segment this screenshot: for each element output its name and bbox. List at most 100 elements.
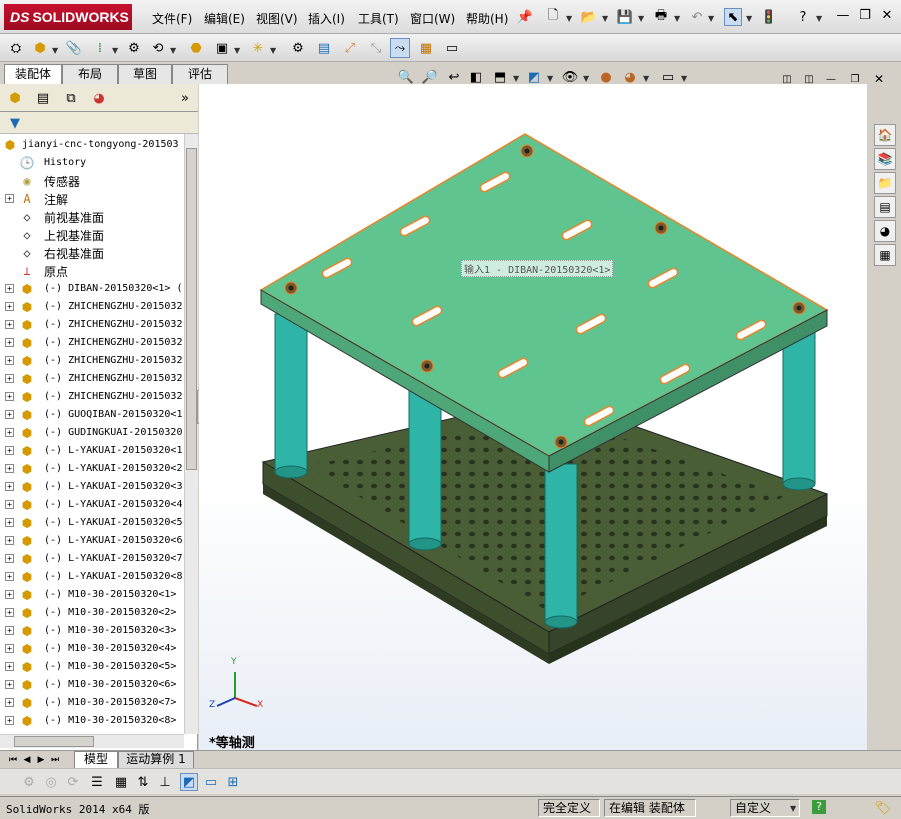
- expand-toggle-icon[interactable]: +: [5, 482, 14, 491]
- pin-icon[interactable]: 📌: [516, 8, 534, 26]
- solidworks-logo[interactable]: DS SOLIDWORKS: [4, 4, 132, 30]
- tree-item[interactable]: + ⬢ (-) L-YAKUAI-20150320<2: [0, 460, 184, 478]
- expand-toggle-icon[interactable]: +: [5, 194, 14, 203]
- expand-toggle-icon[interactable]: +: [5, 410, 14, 419]
- custom-properties-icon[interactable]: ▦: [874, 244, 896, 266]
- feature-manager-tab-icon[interactable]: ⬢: [6, 89, 24, 107]
- help-dropdown-icon[interactable]: ▼: [816, 14, 822, 23]
- tree-item[interactable]: + ⬢ (-) L-YAKUAI-20150320<5: [0, 514, 184, 532]
- tree-item[interactable]: + ⬢ (-) ZHICHENGZHU-2015032: [0, 388, 184, 406]
- panel-expand-icon[interactable]: »: [176, 89, 194, 107]
- tree-item[interactable]: ◇ 前视基准面: [0, 208, 184, 226]
- menu-edit[interactable]: 编辑(E): [204, 10, 245, 27]
- instant3d-icon[interactable]: ⤳: [390, 38, 410, 58]
- pattern-dropdown-icon[interactable]: ▼: [112, 46, 118, 55]
- assembly-model[interactable]: [199, 84, 867, 750]
- tree-vertical-scrollbar[interactable]: [184, 134, 198, 734]
- hide-show-dropdown-icon[interactable]: ▼: [583, 74, 589, 83]
- expand-toggle-icon[interactable]: +: [5, 338, 14, 347]
- speedpak-icon[interactable]: ▦: [416, 38, 436, 58]
- tree-item[interactable]: + ⬢ (-) L-YAKUAI-20150320<7: [0, 550, 184, 568]
- tree-item[interactable]: + ⬢ (-) M10-30-20150320<7>: [0, 694, 184, 712]
- notification-icon[interactable]: 🏷: [874, 799, 892, 817]
- linear-pattern-icon[interactable]: ⁞: [90, 38, 110, 58]
- expand-toggle-icon[interactable]: +: [5, 698, 14, 707]
- axes-icon[interactable]: ⊥: [156, 773, 174, 791]
- tree-item[interactable]: + ⬢ (-) M10-30-20150320<2>: [0, 604, 184, 622]
- move-dropdown-icon[interactable]: ▼: [170, 46, 176, 55]
- tree-item[interactable]: + ⬢ (-) ZHICHENGZHU-2015032: [0, 352, 184, 370]
- appearances-icon[interactable]: ◕: [874, 220, 896, 242]
- tree-item[interactable]: + ⬢ (-) ZHICHENGZHU-2015032: [0, 298, 184, 316]
- tree-root[interactable]: ⬢ jianyi-cnc-tongyong-201503: [0, 136, 184, 154]
- insert-component-icon[interactable]: ⬢: [30, 38, 50, 58]
- view-orientation-dropdown-icon[interactable]: ▼: [513, 74, 519, 83]
- single-view-icon[interactable]: ▭: [202, 773, 220, 791]
- tree-item[interactable]: + A 注解: [0, 190, 184, 208]
- tree-item[interactable]: + ⬢ (-) L-YAKUAI-20150320<6: [0, 532, 184, 550]
- expand-toggle-icon[interactable]: +: [5, 662, 14, 671]
- tab-assembly[interactable]: 装配体: [4, 64, 62, 86]
- features-dropdown-icon[interactable]: ▼: [234, 46, 240, 55]
- expand-toggle-icon[interactable]: +: [5, 518, 14, 527]
- display-manager-tab-icon[interactable]: ◕: [90, 89, 108, 107]
- window-close-button[interactable]: ✕: [878, 6, 896, 24]
- tree-item[interactable]: + ⬢ (-) M10-30-20150320<1>: [0, 586, 184, 604]
- expand-toggle-icon[interactable]: +: [5, 626, 14, 635]
- tree-item[interactable]: + ⬢ (-) ZHICHENGZHU-2015032: [0, 334, 184, 352]
- reference-dropdown-icon[interactable]: ▼: [270, 46, 276, 55]
- tab-sketch[interactable]: 草图: [118, 64, 172, 84]
- tree-item[interactable]: ◉ 传感器: [0, 172, 184, 190]
- expand-toggle-icon[interactable]: +: [5, 302, 14, 311]
- open-dropdown-icon[interactable]: ▼: [602, 14, 608, 23]
- tree-item[interactable]: + ⬢ (-) DIBAN-20150320<1> (: [0, 280, 184, 298]
- expand-toggle-icon[interactable]: +: [5, 320, 14, 329]
- tree-item[interactable]: + ⬢ (-) GUDINGKUAI-20150320: [0, 424, 184, 442]
- graphics-area[interactable]: 输入1 - DIBAN-20150320<1> Y X Z *等轴测: [199, 84, 867, 750]
- new-document-icon[interactable]: 🗋: [544, 8, 562, 26]
- expand-toggle-icon[interactable]: +: [5, 428, 14, 437]
- show-hidden-icon[interactable]: ⬣: [186, 38, 206, 58]
- window-minimize-button[interactable]: —: [834, 6, 852, 24]
- rebuild-icon[interactable]: ⚙: [20, 773, 38, 791]
- reference-geometry-icon[interactable]: ✳: [248, 38, 268, 58]
- open-folder-icon[interactable]: 📂: [580, 8, 598, 26]
- undo-dropdown-icon[interactable]: ▼: [708, 14, 714, 23]
- tree-item[interactable]: + ⬢ (-) L-YAKUAI-20150320<4: [0, 496, 184, 514]
- scrollbar-thumb[interactable]: [186, 148, 197, 470]
- expand-toggle-icon[interactable]: +: [5, 356, 14, 365]
- menu-window[interactable]: 窗口(W): [410, 10, 455, 27]
- undo-icon[interactable]: ↶: [688, 8, 706, 26]
- file-explorer-icon[interactable]: 📁: [874, 172, 896, 194]
- help-status-icon[interactable]: ?: [812, 800, 826, 814]
- tab-last-icon[interactable]: ⏭: [46, 751, 64, 769]
- sort-icon[interactable]: ⇅: [134, 773, 152, 791]
- edit-component-icon[interactable]: ⛭: [6, 38, 26, 58]
- design-library-icon[interactable]: 📚: [874, 148, 896, 170]
- expand-toggle-icon[interactable]: +: [5, 284, 14, 293]
- hidden-lines-icon[interactable]: ⟳: [64, 773, 82, 791]
- solidworks-resources-icon[interactable]: 🏠: [874, 124, 896, 146]
- new-dropdown-icon[interactable]: ▼: [566, 14, 572, 23]
- tree-item[interactable]: + ⬢ (-) M10-30-20150320<5>: [0, 658, 184, 676]
- tree-item[interactable]: + ⬢ (-) L-YAKUAI-20150320<8: [0, 568, 184, 586]
- tree-item[interactable]: ⊥ 原点: [0, 262, 184, 280]
- split-view-icon[interactable]: ⊞: [224, 773, 242, 791]
- smart-fasteners-icon[interactable]: ⚙: [124, 38, 144, 58]
- shaded-view-icon[interactable]: ◩: [180, 773, 198, 791]
- expand-toggle-icon[interactable]: +: [5, 680, 14, 689]
- help-icon[interactable]: ?: [794, 8, 812, 26]
- tree-item[interactable]: + ⬢ (-) GUOQIBAN-20150320<1: [0, 406, 184, 424]
- rebuild-light-icon[interactable]: 🚦: [760, 8, 778, 26]
- menu-insert[interactable]: 插入(I): [308, 10, 345, 27]
- expand-toggle-icon[interactable]: +: [5, 590, 14, 599]
- expand-toggle-icon[interactable]: +: [5, 464, 14, 473]
- snapshot-icon[interactable]: ▭: [442, 38, 462, 58]
- menu-view[interactable]: 视图(V): [256, 10, 298, 27]
- insert-dropdown-icon[interactable]: ▼: [52, 46, 58, 55]
- grid-icon[interactable]: ▦: [112, 773, 130, 791]
- align-icon[interactable]: ☰: [88, 773, 106, 791]
- menu-tools[interactable]: 工具(T): [358, 10, 399, 27]
- scene-dropdown-icon[interactable]: ▼: [643, 74, 649, 83]
- units-dropdown-icon[interactable]: ▼: [790, 804, 796, 813]
